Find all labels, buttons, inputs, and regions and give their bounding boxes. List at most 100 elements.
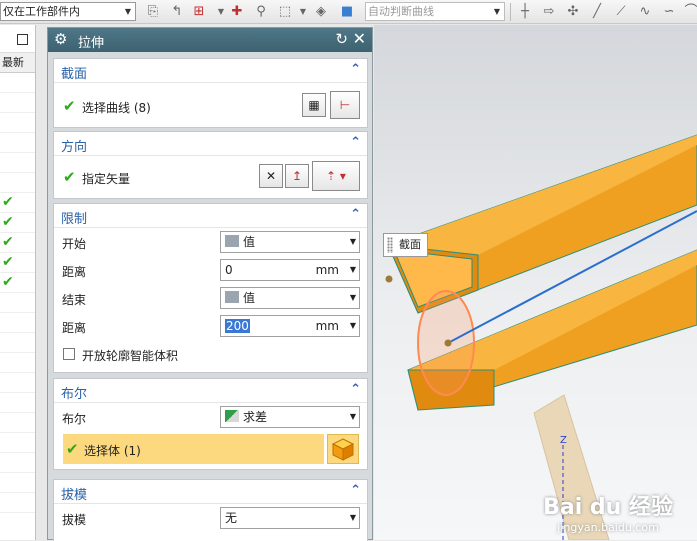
filter-icon[interactable]: ⚲ [252,3,270,21]
curve-rule-combo[interactable]: 自动判断曲线 ▼ [365,2,505,21]
navigator-row[interactable] [0,93,35,113]
boolean-title: 布尔 [61,387,88,402]
navigator-row[interactable]: ✔ [0,233,35,253]
collapse-icon[interactable]: ⌃ [350,382,361,397]
stop-at-intersection-icon[interactable]: ┼ [516,3,534,21]
navigator-row[interactable] [0,373,35,393]
feature-curves-icon[interactable]: ✣ [564,3,582,21]
draft-header[interactable]: 拔模 ⌃ [54,480,367,504]
boolean-header[interactable]: 布尔 ⌃ [54,379,367,403]
vector-type-dropdown[interactable]: ⇡ ▾ [312,161,360,191]
section-tooltip[interactable]: 截面 [383,233,428,257]
chevron-down-icon: ▼ [493,7,501,16]
end-type-select[interactable]: 值 ▼ [220,287,360,309]
collapse-icon[interactable]: ⌃ [350,62,361,77]
maximize-icon[interactable] [17,34,28,45]
point-constructor-icon[interactable]: ✚ [228,3,246,21]
navigator-row[interactable] [0,413,35,433]
navigator-row[interactable] [0,293,35,313]
collapse-icon[interactable]: ⌃ [350,135,361,150]
draft-select[interactable]: 无 ▼ [220,507,360,529]
line-icon[interactable]: ╱ [588,3,606,21]
vector-dialog-icon[interactable]: ↥ [285,164,309,188]
solid-body-icon[interactable]: ■ [338,3,356,21]
navigator-row[interactable] [0,393,35,413]
draft-row: 拔模 无 ▼ [54,504,367,532]
navigator-row[interactable]: ✔ [0,193,35,213]
end-label: 结束 [62,293,87,307]
draft-panel: 拔模 ⌃ 拔模 无 ▼ [53,479,368,541]
chevron-down-icon[interactable]: ▼ [350,316,356,336]
collapse-icon[interactable]: ⌃ [350,207,361,222]
navigator-row[interactable]: ✔ [0,273,35,293]
z-axis-label: Z [560,435,567,446]
end-distance-input[interactable]: 200 mm ▼ [220,315,360,337]
selection-scope-combo[interactable]: 仅在工作部件内 ▼ [0,2,136,21]
limits-header[interactable]: 限制 ⌃ [54,204,367,228]
arc-icon[interactable]: ⌒ [682,3,697,21]
open-profile-row[interactable]: 开放轮廓智能体积 [54,340,367,368]
navigator-row[interactable] [0,153,35,173]
navigator-row[interactable]: ✔ [0,253,35,273]
navigator-row[interactable] [0,173,35,193]
boolean-select[interactable]: 求差 ▼ [220,406,360,428]
close-icon[interactable]: ✕ [353,29,366,48]
boolean-panel: 布尔 ⌃ 布尔 求差 ▼ ✔ 选择体 (1) [53,378,368,470]
navigator-row[interactable] [0,113,35,133]
select-body-button[interactable] [327,434,359,464]
cube-icon [331,438,355,461]
navigator-row[interactable] [0,493,35,513]
check-icon: ✔ [2,234,14,250]
collapse-icon[interactable]: ⌃ [350,483,361,498]
chevron-down-icon[interactable]: ▼ [350,260,356,280]
draft-label: 拔模 [62,513,87,527]
reverse-direction-icon[interactable]: ✕ [259,164,283,188]
sketch-icon[interactable]: ⟋ [612,3,630,21]
point-snap-icon[interactable]: ⊞ [190,3,208,21]
start-type-select[interactable]: 值 ▼ [220,231,360,253]
graphics-viewport[interactable]: Z 截面 Bai du 经验 jingyan.baidu.com [374,25,697,540]
dialog-titlebar[interactable]: ⚙ 拉伸 ↻ ✕ [48,28,372,52]
gear-icon[interactable]: ⚙ [54,30,67,48]
navigator-row[interactable]: ✔ [0,213,35,233]
check-icon: ✔ [63,168,76,186]
navigator-row[interactable] [0,353,35,373]
subtract-icon [225,410,239,422]
specify-vector-label: 指定矢量 [82,172,131,186]
navigator-row[interactable] [0,313,35,333]
dropdown-arrow-icon[interactable]: ▼ [294,3,312,21]
curve-icon[interactable]: ∿ [636,3,654,21]
select-body-highlight[interactable]: ✔ 选择体 (1) [63,434,324,464]
snap-icon[interactable]: ⎘ [144,3,162,21]
select-filter-icon[interactable]: ↰ [168,3,186,21]
select-body-row[interactable]: ✔ 选择体 (1) [54,431,367,467]
navigator-row[interactable] [0,473,35,493]
navigator-row[interactable] [0,433,35,453]
specify-vector-row[interactable]: ✔ 指定矢量 ✕ ↥ ⇡ ▾ [54,156,367,198]
navigator-row[interactable] [0,133,35,153]
curve-rule-value: 自动判断曲线 [368,5,434,18]
spline-icon[interactable]: ∽ [660,3,678,21]
eraser-icon[interactable]: ◈ [312,3,330,21]
extrude-dialog: ⚙ 拉伸 ↻ ✕ 截面 ⌃ ✔ 选择曲线 (8) ▦ ⊢ 方向 ⌃ ✔ 指定矢量… [47,27,373,541]
curve-select-icon[interactable]: ⊢ [330,91,360,119]
open-profile-checkbox[interactable] [63,348,75,360]
part-navigator: 最新 ✔ ✔ ✔ ✔ ✔ [0,25,36,540]
limits-panel: 限制 ⌃ 开始 值 ▼ 距离 0 mm ▼ 结束 值 ▼ 距离 200 mm ▼… [53,203,368,373]
value-cube-icon [225,291,239,303]
select-curve-row[interactable]: ✔ 选择曲线 (8) ▦ ⊢ [54,83,367,127]
direction-header[interactable]: 方向 ⌃ [54,132,367,156]
start-distance-input[interactable]: 0 mm ▼ [220,259,360,281]
reset-icon[interactable]: ↻ [335,30,348,48]
follow-fillet-icon[interactable]: ⇨ [540,3,558,21]
navigator-row[interactable] [0,333,35,353]
navigator-row[interactable] [0,73,35,93]
direction-panel: 方向 ⌃ ✔ 指定矢量 ✕ ↥ ⇡ ▾ [53,131,368,199]
sketch-section-icon[interactable]: ▦ [302,93,326,117]
navigator-row[interactable] [0,453,35,473]
navigator-column-latest[interactable]: 最新 [0,53,35,73]
start-row: 开始 值 ▼ [54,228,367,256]
check-icon: ✔ [2,274,14,290]
rectangle-select-icon[interactable]: ⬚ [276,3,294,21]
section-header[interactable]: 截面 ⌃ [54,59,367,83]
